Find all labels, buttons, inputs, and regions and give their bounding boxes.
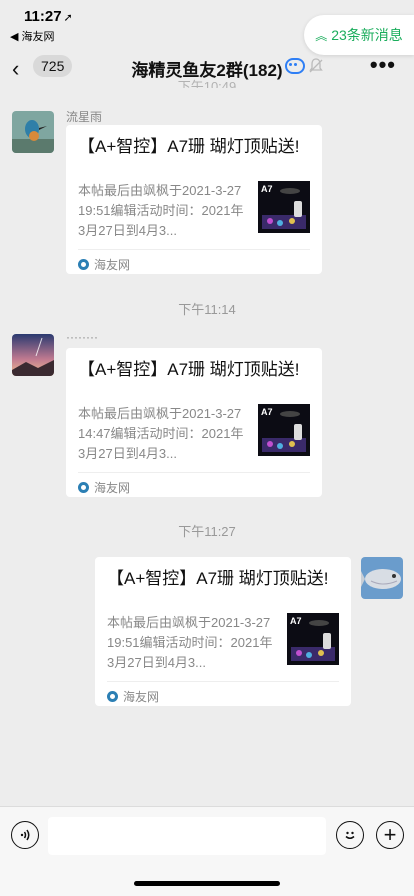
clock: 11:27 ➚ [24, 8, 73, 25]
timestamp: 下午11:27 [178, 524, 236, 539]
location-icon: ➚ [63, 12, 73, 24]
svg-text:A7: A7 [261, 407, 273, 417]
emoji-icon [345, 831, 355, 839]
emoji-button[interactable] [336, 821, 364, 849]
source-name: 海友网 [123, 690, 160, 704]
card-thumbnail: A7 [287, 613, 339, 665]
card-description: 本帖最后由飒枫于2021-3-2714:47编辑活动时间：2021年3月27日到… [78, 406, 244, 461]
source-app-icon [107, 691, 118, 702]
timestamp: 下午11:14 [178, 302, 236, 317]
mute-bell-icon [309, 58, 323, 74]
card-thumbnail: A7 [258, 181, 310, 233]
title-icons [285, 58, 323, 74]
double-chevron-up-icon: ︽ [315, 28, 328, 43]
link-card[interactable]: 【A+智控】A7珊 瑚灯顶贴送! 本帖最后由飒枫于2021-3-2714:47编… [66, 348, 322, 497]
avatar[interactable] [12, 334, 54, 376]
source-app-icon [78, 259, 89, 270]
plus-icon: + [383, 822, 397, 847]
card-description: 本帖最后由飒枫于2021-3-2719:51编辑活动时间：2021年3月27日到… [78, 183, 244, 238]
card-thumbnail: A7 [258, 404, 310, 456]
back-to-app-link[interactable]: ◀ 海友网 [10, 28, 55, 44]
link-card[interactable]: 【A+智控】A7珊 瑚灯顶贴送! 本帖最后由飒枫于2021-3-2719:51编… [66, 125, 322, 274]
svg-text:A7: A7 [290, 616, 302, 626]
card-title: 【A+智控】A7珊 瑚灯顶贴送! [107, 569, 329, 588]
source-app-icon [78, 482, 89, 493]
chat-bubble-icon [285, 58, 305, 74]
voice-icon [20, 829, 30, 841]
voice-button[interactable] [11, 821, 39, 849]
card-title: 【A+智控】A7珊 瑚灯顶贴送! [78, 360, 300, 379]
home-indicator[interactable] [134, 881, 280, 886]
plus-button[interactable]: + [376, 821, 404, 849]
card-footer: 海友网 [78, 472, 310, 496]
more-options-button[interactable]: ••• [370, 52, 396, 78]
source-name: 海友网 [94, 258, 131, 272]
card-footer: 海友网 [78, 249, 310, 273]
card-title: 【A+智控】A7珊 瑚灯顶贴送! [78, 137, 300, 156]
my-avatar[interactable] [361, 557, 403, 599]
avatar[interactable] [12, 111, 54, 153]
message-input[interactable] [48, 817, 326, 855]
sender-name: 流星雨 [66, 110, 103, 124]
new-messages-label: 23条新消息 [331, 27, 403, 43]
source-name: 海友网 [94, 481, 131, 495]
svg-text:A7: A7 [261, 184, 273, 194]
sender-name: ········ [66, 330, 98, 344]
timestamp: 下午10:49 [177, 79, 237, 88]
link-card[interactable]: 【A+智控】A7珊 瑚灯顶贴送! 本帖最后由飒枫于2021-3-2719:51编… [95, 557, 351, 706]
card-footer: 海友网 [107, 681, 339, 705]
card-description: 本帖最后由飒枫于2021-3-2719:51编辑活动时间：2021年3月27日到… [107, 615, 273, 670]
